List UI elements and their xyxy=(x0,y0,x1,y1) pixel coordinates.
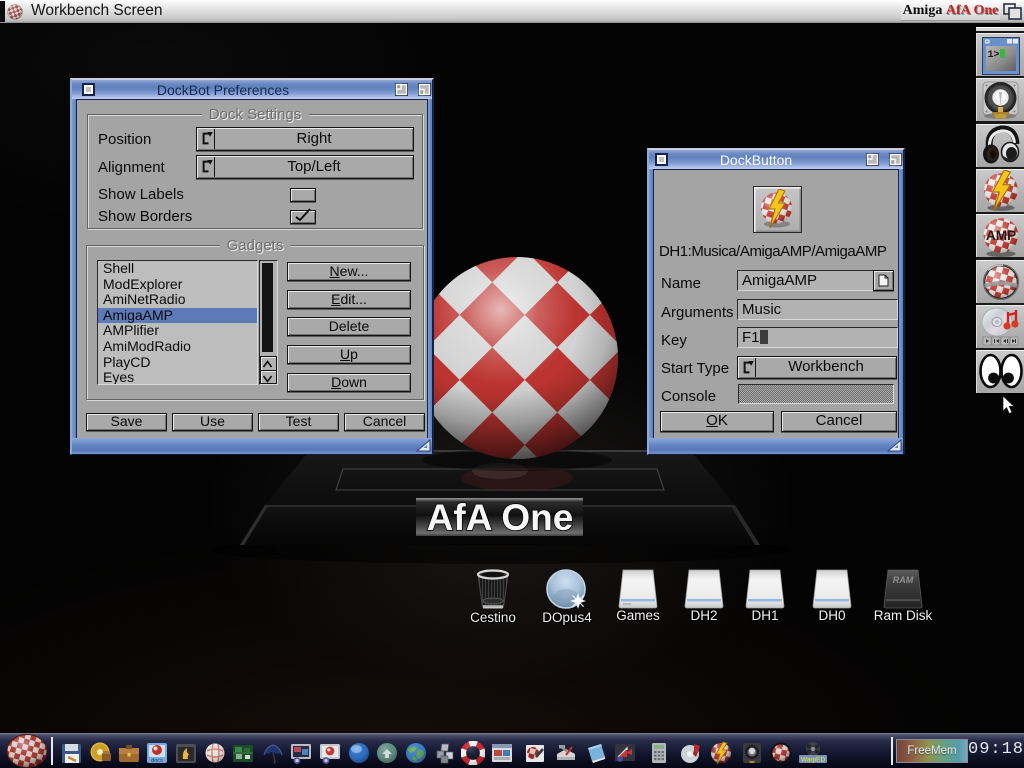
svg-text:1>: 1> xyxy=(988,50,1000,61)
svg-text:AMP: AMP xyxy=(986,228,1016,243)
svg-text:AfA One: AfA One xyxy=(427,497,574,538)
svg-text:WarpED: WarpED xyxy=(801,757,826,764)
svg-text:RAM: RAM xyxy=(893,575,914,585)
svg-text:docs: docs xyxy=(151,758,163,764)
